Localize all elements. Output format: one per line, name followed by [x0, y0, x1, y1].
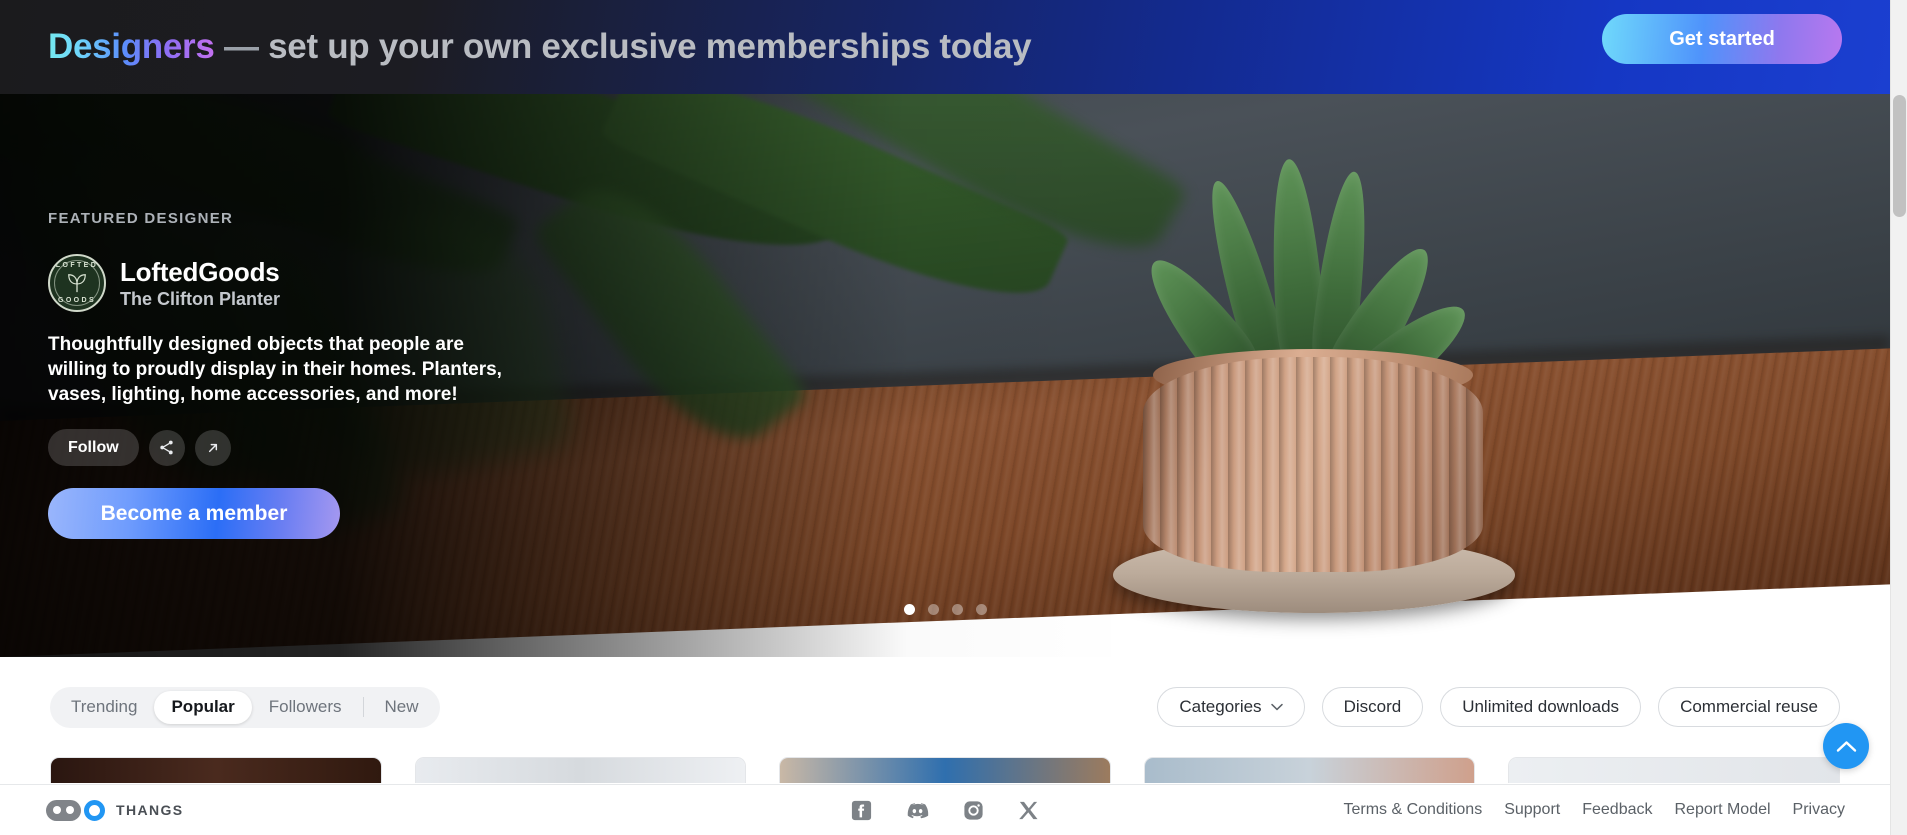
carousel-dots: [0, 604, 1890, 615]
page-scrollbar[interactable]: [1890, 0, 1907, 835]
page-root: Designers — set up your own exclusive me…: [0, 0, 1907, 835]
model-card-strip: [0, 757, 1890, 787]
share-button[interactable]: [148, 429, 185, 466]
brand-name: THANGS: [116, 802, 184, 818]
featured-designer-hero: FEATURED DESIGNER LOFTED GOODS LoftedGoo…: [0, 94, 1890, 657]
tab-popular[interactable]: Popular: [154, 690, 252, 724]
tab-new[interactable]: New: [368, 691, 436, 724]
logo-dot: [53, 806, 61, 814]
discord-icon[interactable]: [905, 798, 930, 823]
footer-links: Terms & Conditions Support Feedback Repo…: [1343, 801, 1845, 819]
open-external-button[interactable]: [194, 429, 231, 466]
footer-link-feedback[interactable]: Feedback: [1582, 801, 1652, 819]
featured-designer-label: FEATURED DESIGNER: [48, 210, 234, 227]
carousel-dot[interactable]: [903, 604, 915, 615]
avatar-bottom-word: GOODS: [57, 297, 97, 304]
designer-names: LoftedGoods The Clifton Planter: [120, 257, 280, 310]
tab-followers[interactable]: Followers: [252, 691, 359, 724]
chevron-up-icon: [1836, 740, 1856, 752]
x-twitter-icon[interactable]: [1017, 799, 1040, 822]
logo-dot: [66, 806, 74, 814]
hero-content: FEATURED DESIGNER LOFTED GOODS LoftedGoo…: [48, 210, 708, 540]
become-a-member-button[interactable]: Become a member: [48, 488, 340, 540]
footer-link-support[interactable]: Support: [1504, 801, 1560, 819]
promo-banner: Designers — set up your own exclusive me…: [0, 0, 1890, 94]
carousel-dot[interactable]: [975, 604, 987, 615]
facebook-icon[interactable]: [850, 799, 873, 822]
instagram-icon[interactable]: [962, 799, 985, 822]
share-icon: [160, 440, 173, 455]
get-started-button[interactable]: Get started: [1602, 14, 1842, 64]
footer-social-links: [850, 798, 1040, 823]
chip-discord[interactable]: Discord: [1321, 687, 1424, 727]
model-thumbnail: [415, 758, 746, 783]
carousel-dot[interactable]: [951, 604, 963, 615]
promo-highlight-word: Designers: [48, 27, 215, 66]
chip-unlimited-downloads[interactable]: Unlimited downloads: [1440, 687, 1642, 727]
tab-separator: [362, 697, 364, 717]
chip-categories-label: Categories: [1179, 697, 1262, 716]
chip-categories[interactable]: Categories: [1157, 687, 1305, 727]
scroll-to-top-button[interactable]: [1823, 723, 1869, 769]
designer-name[interactable]: LoftedGoods: [120, 257, 280, 288]
avatar-top-word: LOFTED: [55, 262, 99, 269]
model-card[interactable]: [50, 757, 382, 783]
designer-bio: Thoughtfully designed objects that peopl…: [48, 334, 502, 406]
promo-dash: —: [214, 27, 269, 66]
model-thumbnail: [1509, 758, 1839, 783]
logo-ring: [84, 799, 105, 821]
model-card[interactable]: [1143, 757, 1476, 783]
model-thumbnail: [1144, 758, 1475, 783]
footer-link-report-model[interactable]: Report Model: [1675, 801, 1771, 819]
carousel-dot[interactable]: [927, 604, 939, 615]
promo-banner-text: Designers — set up your own exclusive me…: [48, 27, 1032, 67]
plant-leaf-icon: [68, 274, 86, 293]
thangs-logo-icon: [46, 799, 105, 821]
external-link-icon: [208, 443, 217, 452]
scrollbar-thumb[interactable]: [1893, 95, 1906, 217]
model-card[interactable]: [779, 757, 1111, 783]
footer-brand[interactable]: THANGS: [46, 799, 184, 821]
chip-commercial-reuse[interactable]: Commercial reuse: [1658, 687, 1840, 727]
logo-pill: [46, 799, 81, 821]
designer-identity-row: LOFTED GOODS LoftedGoods The Clifton Pla…: [48, 254, 708, 312]
promo-rest-text: set up your own exclusive memberships to…: [268, 27, 1032, 66]
designer-actions: Follow: [48, 429, 708, 467]
sort-tab-group: Trending Popular Followers New: [50, 686, 440, 728]
model-thumbnail: [51, 758, 381, 783]
model-card[interactable]: [1508, 757, 1840, 783]
designer-product-name: The Clifton Planter: [120, 288, 281, 309]
model-thumbnail: [780, 758, 1110, 783]
tab-trending[interactable]: Trending: [54, 691, 154, 724]
footer-link-privacy[interactable]: Privacy: [1793, 801, 1845, 819]
chevron-down-icon: [1270, 703, 1283, 711]
footer: THANGS Terms & Conditions Support Feedba…: [0, 784, 1890, 835]
follow-button[interactable]: Follow: [48, 429, 139, 467]
footer-link-terms[interactable]: Terms & Conditions: [1343, 801, 1482, 819]
model-card[interactable]: [414, 757, 747, 783]
avatar[interactable]: LOFTED GOODS: [48, 254, 106, 312]
filter-bar: Trending Popular Followers New Categorie…: [0, 657, 1890, 757]
filter-chips: Categories Discord Unlimited downloads C…: [1157, 687, 1840, 727]
